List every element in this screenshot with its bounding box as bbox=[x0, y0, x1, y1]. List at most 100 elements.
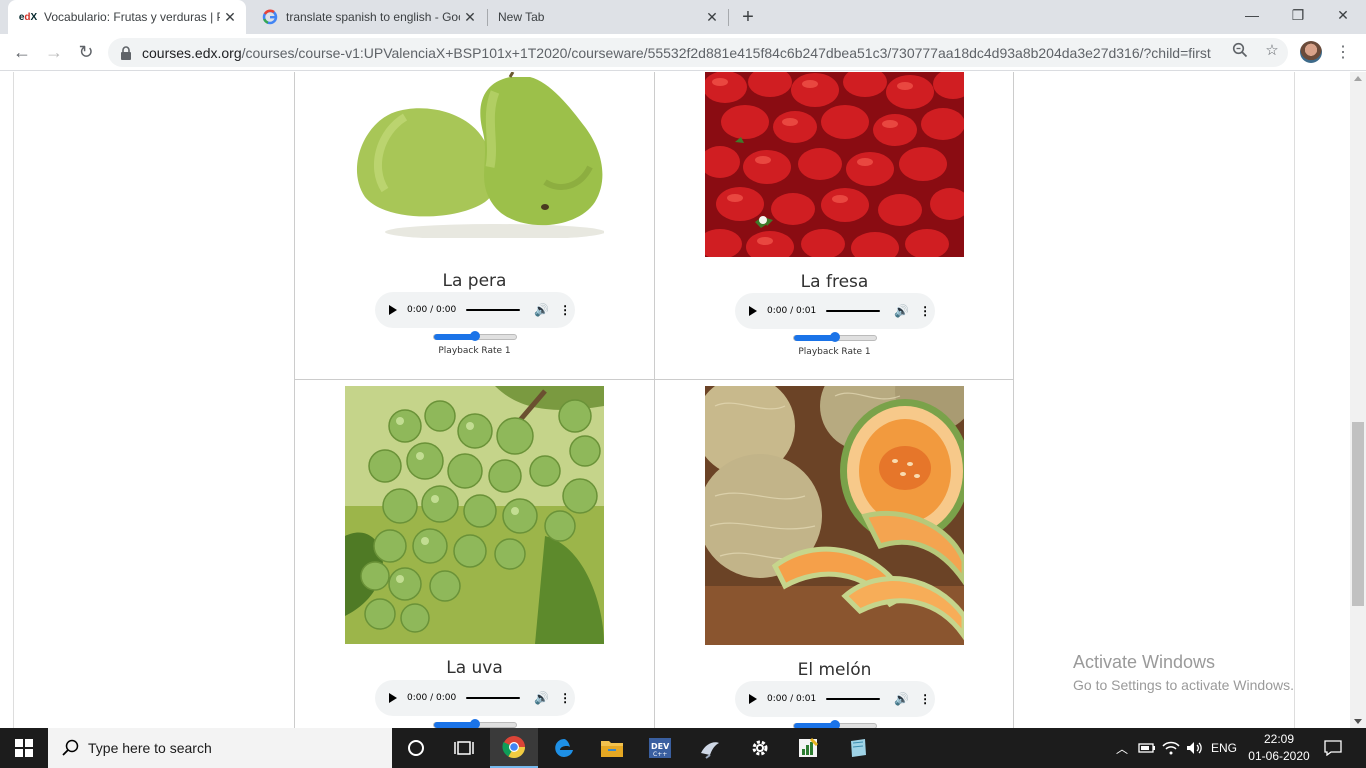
google-icon bbox=[262, 9, 278, 25]
search-placeholder: Type here to search bbox=[88, 740, 212, 756]
chrome-menu-icon[interactable]: ⋮ bbox=[1333, 41, 1353, 63]
audio-time: 0:00 / 0:01 bbox=[767, 694, 817, 704]
vocab-word: La uva bbox=[446, 658, 503, 678]
more-options-icon[interactable]: ⋮ bbox=[919, 692, 931, 706]
svg-text:C++: C++ bbox=[653, 751, 667, 758]
dev-cpp-icon[interactable]: DEV C++ bbox=[636, 728, 684, 768]
page-scrollbar[interactable] bbox=[1350, 72, 1366, 728]
volume-tray-icon[interactable] bbox=[1184, 728, 1206, 768]
show-hidden-icons-chevron-icon[interactable]: ︿ bbox=[1112, 728, 1132, 768]
play-icon[interactable] bbox=[389, 693, 397, 703]
audio-seek-bar[interactable] bbox=[466, 697, 521, 699]
cortana-icon[interactable] bbox=[392, 728, 440, 768]
vocabulary-grid: La pera 0:00 / 0:00 🔊 ⋮ Playback Rate 1 bbox=[294, 72, 1014, 728]
windows-start-icon[interactable] bbox=[0, 728, 48, 768]
clock-time: 22:09 bbox=[1263, 732, 1295, 746]
playback-rate-slider[interactable] bbox=[793, 332, 877, 342]
forward-arrow-icon[interactable]: → bbox=[40, 38, 68, 66]
back-arrow-icon[interactable]: ← bbox=[8, 38, 36, 66]
audio-player[interactable]: 0:00 / 0:01 🔊 ⋮ bbox=[735, 293, 935, 329]
audio-seek-bar[interactable] bbox=[466, 309, 521, 311]
file-explorer-icon[interactable] bbox=[588, 728, 636, 768]
task-view-icon[interactable] bbox=[440, 728, 488, 768]
taskbar-search-box[interactable]: Type here to search bbox=[48, 728, 392, 768]
lock-icon bbox=[121, 45, 131, 60]
reload-icon[interactable]: ↻ bbox=[72, 38, 100, 66]
grape-image bbox=[345, 386, 604, 644]
url-host: courses.edx.org bbox=[142, 44, 242, 61]
search-icon bbox=[62, 739, 79, 756]
settings-gear-icon[interactable] bbox=[736, 728, 784, 768]
address-bar[interactable]: courses.edx.org/courses/course-v1:UPVale… bbox=[108, 38, 1288, 67]
scroll-thumb[interactable] bbox=[1352, 422, 1364, 606]
audio-seek-bar[interactable] bbox=[826, 310, 881, 312]
zoom-icon[interactable] bbox=[1231, 41, 1249, 59]
slider-fill bbox=[434, 334, 475, 340]
windows-taskbar: Type here to search DEV C++ ︿ ENG 22:09 0 bbox=[0, 728, 1366, 768]
content-divider bbox=[13, 72, 14, 728]
svg-text:DEV: DEV bbox=[651, 742, 670, 751]
edx-icon: edX bbox=[18, 11, 38, 23]
slider-thumb[interactable] bbox=[470, 331, 480, 341]
volume-icon[interactable]: 🔊 bbox=[894, 692, 909, 706]
chrome-icon[interactable] bbox=[490, 728, 538, 768]
new-tab-plus-icon[interactable]: + bbox=[737, 6, 759, 28]
edge-icon[interactable] bbox=[540, 728, 588, 768]
tab-new-tab[interactable]: New Tab ✕ bbox=[488, 0, 728, 34]
audio-time: 0:00 / 0:00 bbox=[407, 305, 457, 315]
slider-fill bbox=[794, 335, 835, 341]
audio-seek-bar[interactable] bbox=[826, 698, 881, 700]
playback-rate-label: Playback Rate 1 bbox=[438, 346, 511, 356]
chart-app-icon[interactable] bbox=[784, 728, 832, 768]
playback-rate-label: Playback Rate 1 bbox=[798, 347, 871, 357]
volume-icon[interactable]: 🔊 bbox=[534, 303, 549, 317]
vocab-card-uva: La uva 0:00 / 0:00 🔊 ⋮ bbox=[295, 380, 654, 728]
tab-title: translate spanish to english - Goo bbox=[286, 10, 460, 24]
close-tab-icon[interactable]: ✕ bbox=[702, 7, 722, 27]
activate-windows-watermark: Activate Windows Go to Settings to activ… bbox=[1073, 652, 1294, 693]
watermark-title: Activate Windows bbox=[1073, 652, 1216, 672]
wifi-icon[interactable] bbox=[1160, 728, 1182, 768]
audio-player[interactable]: 0:00 / 0:01 🔊 ⋮ bbox=[735, 681, 935, 717]
tab-title: New Tab bbox=[498, 10, 545, 24]
url-text: courses.edx.org/courses/course-v1:UPVale… bbox=[142, 45, 1288, 61]
battery-icon[interactable] bbox=[1136, 728, 1158, 768]
vocab-word: La fresa bbox=[800, 272, 869, 292]
more-options-icon[interactable]: ⋮ bbox=[559, 691, 571, 705]
vocab-card-melon: El melón 0:00 / 0:01 🔊 ⋮ bbox=[654, 380, 1013, 728]
tab-title: Vocabulario: Frutas y verduras | P bbox=[44, 10, 220, 24]
language-indicator[interactable]: ENG bbox=[1208, 728, 1240, 768]
slider-thumb[interactable] bbox=[830, 332, 840, 342]
bookmark-star-icon[interactable]: ☆ bbox=[1263, 41, 1281, 59]
audio-player[interactable]: 0:00 / 0:00 🔊 ⋮ bbox=[375, 680, 575, 716]
taskbar-clock[interactable]: 22:09 01-06-2020 bbox=[1246, 731, 1312, 765]
volume-icon[interactable]: 🔊 bbox=[894, 304, 909, 318]
minimize-icon[interactable]: — bbox=[1229, 0, 1275, 30]
watermark-subtitle: Go to Settings to activate Windows. bbox=[1073, 677, 1294, 693]
play-icon[interactable] bbox=[389, 305, 397, 315]
more-options-icon[interactable]: ⋮ bbox=[559, 303, 571, 317]
audio-time: 0:00 / 0:01 bbox=[767, 306, 817, 316]
tab-translate[interactable]: translate spanish to english - Goo ✕ bbox=[250, 0, 486, 34]
profile-avatar[interactable] bbox=[1300, 41, 1322, 63]
more-options-icon[interactable]: ⋮ bbox=[919, 304, 931, 318]
notes-app-icon[interactable] bbox=[834, 728, 882, 768]
volume-icon[interactable]: 🔊 bbox=[534, 691, 549, 705]
close-tab-icon[interactable]: ✕ bbox=[460, 7, 480, 27]
play-icon[interactable] bbox=[749, 306, 757, 316]
pear-image bbox=[345, 72, 604, 238]
scroll-down-icon[interactable] bbox=[1354, 719, 1362, 724]
audio-player[interactable]: 0:00 / 0:00 🔊 ⋮ bbox=[375, 292, 575, 328]
app-bird-icon[interactable] bbox=[686, 728, 734, 768]
slider-thumb[interactable] bbox=[830, 720, 840, 728]
play-icon[interactable] bbox=[749, 694, 757, 704]
vocab-card-fresa: La fresa 0:00 / 0:01 🔊 ⋮ Playback Rate 1 bbox=[654, 72, 1013, 379]
playback-rate-slider[interactable] bbox=[433, 331, 517, 341]
tab-vocabulario[interactable]: edX Vocabulario: Frutas y verduras | P ✕ bbox=[8, 0, 246, 34]
scroll-up-icon[interactable] bbox=[1354, 76, 1362, 81]
close-tab-icon[interactable]: ✕ bbox=[220, 7, 240, 27]
restore-icon[interactable]: ❐ bbox=[1275, 0, 1321, 30]
window-close-icon[interactable]: ✕ bbox=[1320, 0, 1366, 30]
notification-center-icon[interactable] bbox=[1320, 728, 1346, 768]
slider-thumb[interactable] bbox=[470, 719, 480, 728]
